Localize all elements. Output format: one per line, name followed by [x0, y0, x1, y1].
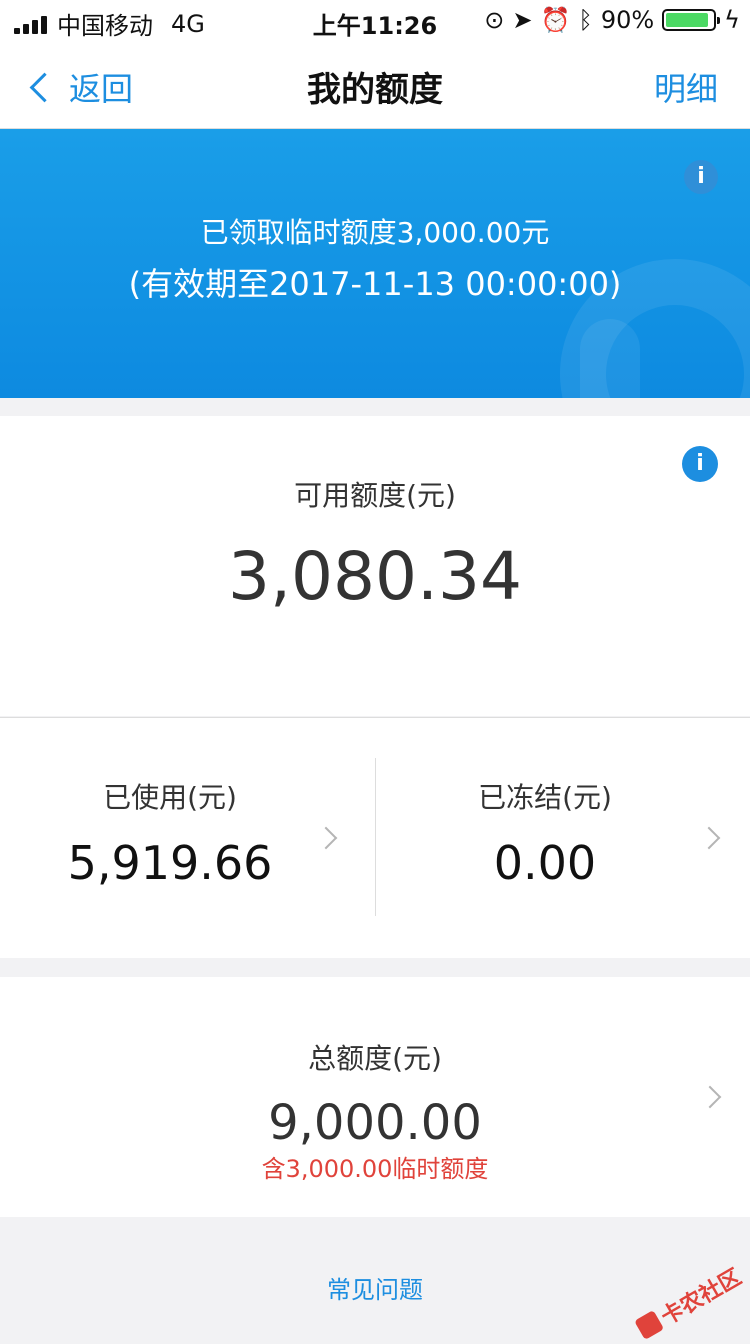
used-value: 5,919.66 — [67, 836, 273, 890]
battery-percent: 90% — [600, 6, 655, 34]
orientation-lock-icon: ⊙ — [484, 6, 505, 34]
frozen-value: 0.00 — [493, 836, 597, 890]
available-limit-label: 可用额度(元) — [294, 479, 456, 512]
total-limit-label: 总额度(元) — [308, 1042, 442, 1075]
bluetooth-icon: ᛒ — [578, 6, 593, 34]
temporary-limit-banner: i 已领取临时额度3,000.00元 (有效期至2017-11-13 00:00… — [0, 129, 750, 398]
page-title: 我的额度 — [307, 70, 443, 110]
battery-icon — [662, 9, 721, 31]
total-limit-card[interactable]: 总额度(元) 9,000.00 含3,000.00临时额度 — [0, 977, 750, 1217]
battery-fill — [666, 13, 708, 27]
used-frozen-card: 已使用(元) 5,919.66 已冻结(元) 0.00 — [0, 717, 750, 958]
frozen-section[interactable]: 已冻结(元) 0.00 — [375, 718, 750, 958]
alarm-icon: ⏰ — [540, 6, 571, 34]
banner-message: 已领取临时额度3,000.00元 — [200, 216, 550, 249]
available-limit-value: 3,080.34 — [228, 538, 522, 615]
used-section[interactable]: 已使用(元) 5,919.66 — [0, 718, 375, 958]
location-icon: ➤ — [512, 6, 533, 34]
frozen-label: 已冻结(元) — [478, 781, 612, 814]
available-limit-card: i 可用额度(元) 3,080.34 — [0, 416, 750, 716]
banner-decoration — [580, 319, 640, 398]
status-bar: 中国移动 4G 上午11:26 ⊙ ➤ ⏰ ᛒ 90% ϟ — [0, 0, 750, 40]
status-right: ⊙ ➤ ⏰ ᛒ 90% ϟ — [484, 6, 740, 34]
total-limit-value: 9,000.00 — [268, 1095, 482, 1151]
used-label: 已使用(元) — [103, 781, 237, 814]
nav-bar: 返回 我的额度 明细 — [0, 40, 750, 129]
detail-button[interactable]: 明细 — [654, 64, 718, 110]
charging-icon: ϟ — [724, 6, 740, 34]
banner-validity: (有效期至2017-11-13 00:00:00) — [128, 265, 622, 303]
info-icon[interactable]: i — [684, 160, 718, 194]
temporary-limit-note: 含3,000.00临时额度 — [261, 1155, 489, 1183]
faq-link[interactable]: 常见问题 — [0, 1270, 750, 1305]
